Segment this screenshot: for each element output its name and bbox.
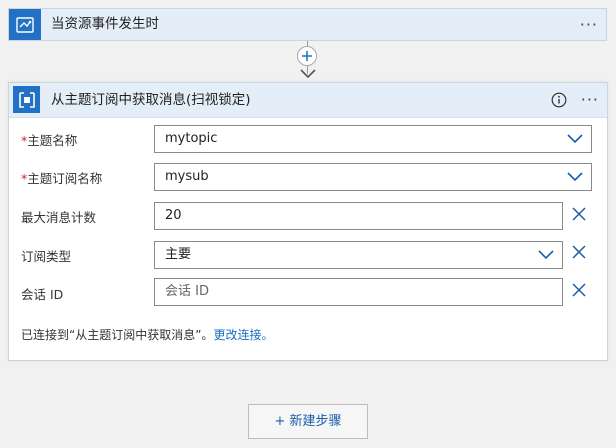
- topic-name-label: *主题名称: [21, 130, 77, 149]
- insert-step-button[interactable]: [297, 46, 317, 66]
- topic-name-dropdown[interactable]: mytopic: [154, 125, 592, 153]
- change-connection-link[interactable]: 更改连接。: [213, 328, 273, 342]
- subscription-name-dropdown[interactable]: mysub: [154, 163, 592, 191]
- subscription-name-label-text: 主题订阅名称: [27, 171, 103, 186]
- connection-status: 已连接到“从主题订阅中获取消息”。更改连接。: [21, 326, 273, 343]
- session-id-placeholder: 会话 ID: [165, 284, 209, 299]
- chevron-down-icon: [567, 172, 583, 182]
- action-card: 从主题订阅中获取消息(扫视锁定) ··· *主题名称 mytopic *主题订阅…: [8, 82, 608, 361]
- action-title: 从主题订阅中获取消息(扫视锁定): [51, 92, 251, 108]
- subscription-name-label: *主题订阅名称: [21, 168, 102, 187]
- chevron-down-icon: [538, 250, 554, 260]
- max-message-count-label: 最大消息计数: [21, 210, 97, 225]
- event-grid-icon: [9, 9, 41, 40]
- subscription-type-dropdown[interactable]: 主要: [154, 241, 563, 269]
- subscription-name-value: mysub: [165, 169, 209, 184]
- session-id-label: 会话 ID: [21, 287, 64, 302]
- plus-icon: [302, 51, 312, 61]
- max-message-count-input[interactable]: 20: [154, 202, 563, 230]
- info-icon[interactable]: [551, 92, 567, 108]
- action-more-button[interactable]: ···: [581, 83, 599, 117]
- topic-name-value: mytopic: [165, 131, 218, 146]
- trigger-title: 当资源事件发生时: [51, 16, 159, 32]
- max-message-count-value: 20: [165, 208, 182, 223]
- chevron-down-icon: [567, 134, 583, 144]
- new-step-button[interactable]: + 新建步骤: [248, 404, 368, 439]
- clear-max-message-count-icon[interactable]: [571, 206, 587, 222]
- service-bus-icon: [13, 86, 40, 113]
- action-header[interactable]: 从主题订阅中获取消息(扫视锁定) ···: [9, 83, 607, 118]
- subscription-type-value: 主要: [165, 247, 192, 262]
- connection-status-text: 已连接到“从主题订阅中获取消息”。: [21, 328, 214, 342]
- trigger-card[interactable]: 当资源事件发生时 ···: [8, 8, 607, 41]
- session-id-input[interactable]: 会话 ID: [154, 278, 563, 306]
- arrow-down-icon: [300, 69, 316, 79]
- topic-name-label-text: 主题名称: [27, 133, 78, 148]
- trigger-more-button[interactable]: ···: [580, 9, 598, 40]
- clear-session-id-icon[interactable]: [571, 282, 587, 298]
- clear-subscription-type-icon[interactable]: [571, 244, 587, 260]
- subscription-type-label: 订阅类型: [21, 249, 72, 264]
